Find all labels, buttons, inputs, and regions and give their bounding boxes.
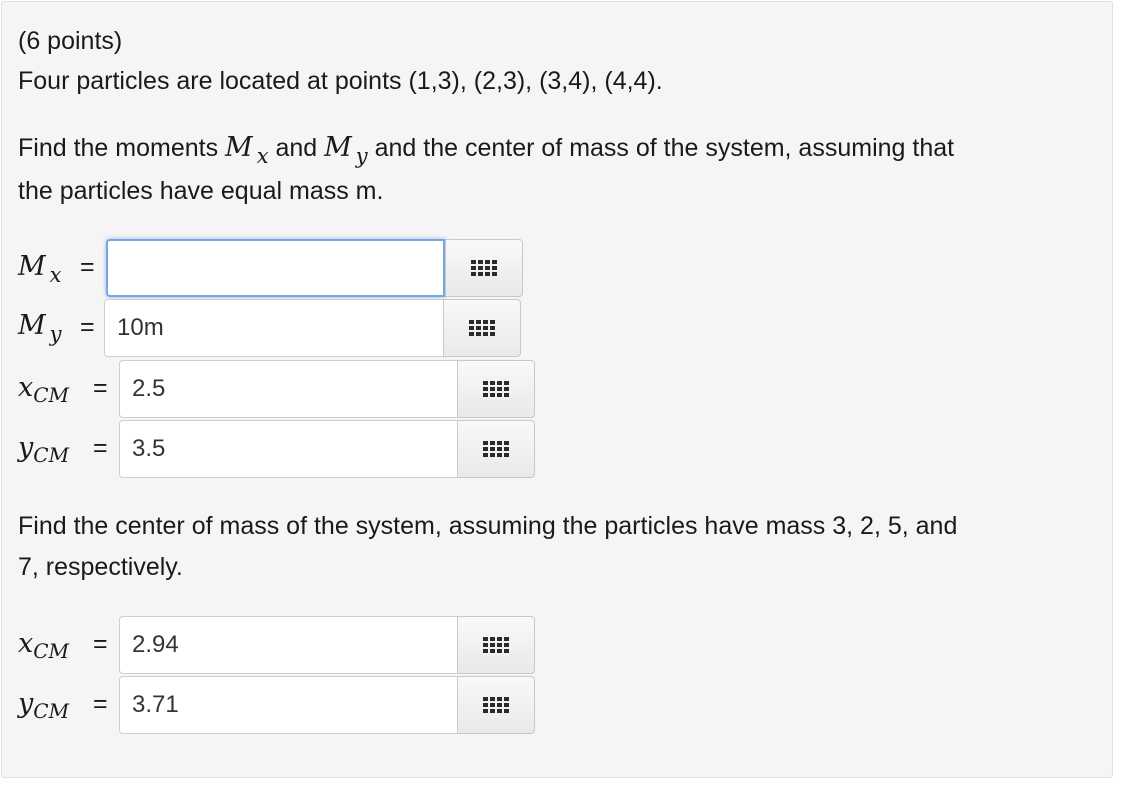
keypad-grid-icon — [469, 320, 495, 336]
xcm-weighted-equals: = — [93, 630, 108, 658]
keypad-grid-icon — [483, 441, 509, 457]
my-equals: = — [80, 313, 95, 341]
xcm-equal-keypad-button[interactable] — [457, 360, 535, 418]
xcm-weighted-keypad-button[interactable] — [457, 616, 535, 674]
xcm-weighted-label: xCM — [18, 628, 70, 664]
mx-label: Mx — [18, 251, 62, 288]
moment-y-symbol: My — [324, 132, 368, 169]
mx-keypad-button[interactable] — [445, 239, 523, 297]
part1-question-line2: the particles have equal mass m. — [18, 177, 384, 205]
ycm-weighted-label: yCM — [18, 688, 70, 724]
part2-question-line2: 7, respectively. — [18, 553, 183, 581]
my-answer-input[interactable]: 10m — [104, 299, 443, 357]
ycm-equal-label: yCM — [18, 432, 70, 468]
ycm-weighted-keypad-button[interactable] — [457, 676, 535, 734]
xcm-equal-answer-input[interactable]: 2.5 — [119, 360, 457, 418]
moment-x-symbol: Mx — [225, 132, 269, 169]
mx-equals: = — [80, 253, 95, 281]
part2-question-line1: Find the center of mass of the system, a… — [18, 512, 958, 540]
part1-suffix: and the center of mass of the system, as… — [367, 134, 955, 162]
my-label: My — [18, 310, 62, 347]
xcm-equal-equals: = — [93, 374, 108, 402]
part1-prefix: Find the moments — [18, 134, 226, 162]
ycm-equal-answer-input[interactable]: 3.5 — [119, 420, 457, 478]
ycm-equal-keypad-button[interactable] — [457, 420, 535, 478]
ycm-equal-equals: = — [93, 434, 108, 462]
ycm-weighted-equals: = — [93, 690, 108, 718]
ycm-weighted-answer-input[interactable]: 3.71 — [119, 676, 457, 734]
keypad-grid-icon — [483, 637, 509, 653]
keypad-grid-icon — [483, 697, 509, 713]
my-keypad-button[interactable] — [443, 299, 521, 357]
mx-answer-input[interactable] — [106, 239, 445, 297]
part1-question-line1: Find the moments Mx and My and the cente… — [18, 132, 955, 169]
part1-joiner: and — [268, 134, 325, 162]
points-label: (6 points) — [18, 27, 123, 55]
keypad-grid-icon — [483, 381, 509, 397]
keypad-grid-icon — [471, 260, 497, 276]
xcm-weighted-answer-input[interactable]: 2.94 — [119, 616, 457, 674]
question-panel: (6 points) Four particles are located at… — [1, 1, 1113, 778]
xcm-equal-label: xCM — [18, 372, 70, 408]
problem-statement: Four particles are located at points (1,… — [18, 67, 663, 95]
